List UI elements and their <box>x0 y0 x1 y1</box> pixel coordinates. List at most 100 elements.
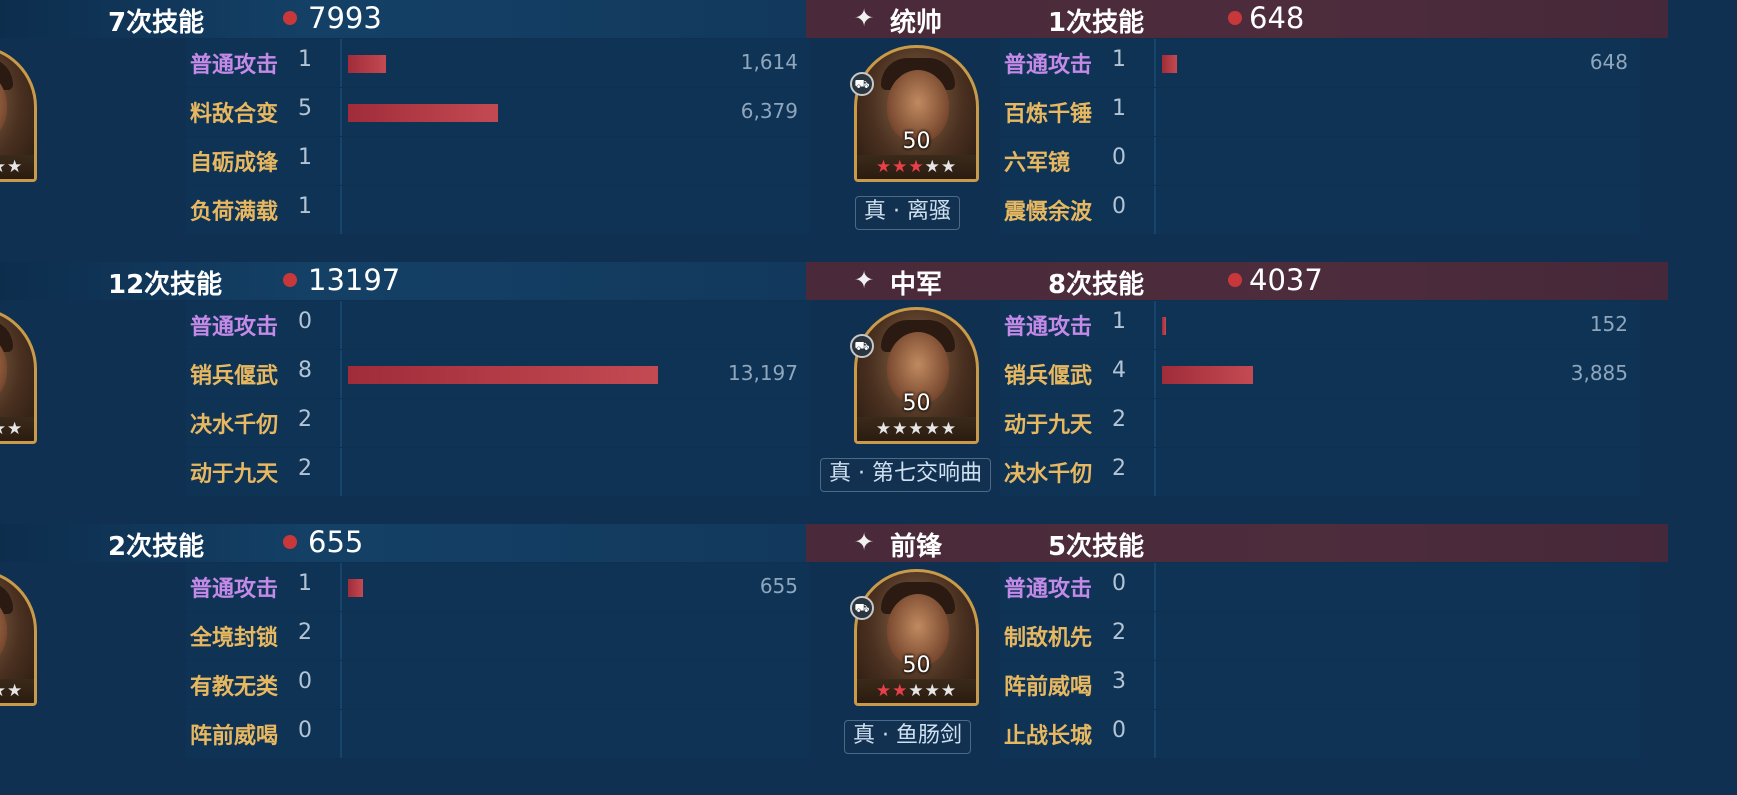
hero-header: 2次技能 655 <box>0 524 830 562</box>
skill-count: 1 <box>298 145 312 170</box>
skill-count: 1 <box>1112 309 1126 334</box>
skill-row: 普通攻击 0 <box>186 301 810 349</box>
star-icon: ★ <box>875 157 893 177</box>
skill-count: 1 <box>298 47 312 72</box>
skill-damage-value: 13,197 <box>728 361 798 385</box>
row-divider <box>1154 612 1156 660</box>
skill-name: 阵前威喝 <box>1004 675 1093 700</box>
troop-type-icon: ⛟ <box>850 596 874 620</box>
total-damage: 4037 <box>1249 263 1323 297</box>
star-icon: ★ <box>7 419 24 439</box>
skill-name: 全境封锁 <box>190 626 279 651</box>
hero-portrait[interactable]: 50 ★★★★★ <box>854 307 979 444</box>
row-divider <box>1154 186 1156 234</box>
star-icon: ★ <box>0 681 7 701</box>
total-damage: 13197 <box>308 263 401 297</box>
skill-damage-value: 3,885 <box>1570 361 1628 385</box>
skill-name: 销兵偃武 <box>1004 364 1093 389</box>
row-divider <box>1154 448 1156 496</box>
hero-portrait[interactable]: 50 ★★★★★ <box>854 569 979 706</box>
skill-count: 2 <box>298 456 312 481</box>
hero-portrait[interactable]: ★★★★★★ <box>0 45 37 182</box>
skill-count: 1 <box>1112 47 1126 72</box>
row-divider <box>340 399 342 447</box>
skill-count: 3 <box>1112 669 1126 694</box>
hero-hair <box>0 320 13 352</box>
skill-row: 制敌机先 2 <box>1000 612 1640 660</box>
troop-type-icon: ⛟ <box>850 334 874 358</box>
right-hero-section: ✦ 统帅 1次技能 648 50 ★★★★★ ⛟ 真 · 离骚 普通攻击 1 648 百炼千锤 1 六军镜… <box>806 0 1668 261</box>
skill-name: 阵前威喝 <box>190 724 279 749</box>
skill-row: 六军镜 0 <box>1000 137 1640 185</box>
hero-portrait[interactable]: ★★★★★★ <box>0 569 37 706</box>
row-divider <box>340 661 342 709</box>
skill-cast-count: 2次技能 <box>108 532 205 562</box>
row-divider <box>1154 563 1156 611</box>
row-divider <box>340 39 342 87</box>
skill-row: 决水千仞 2 <box>186 399 810 447</box>
skill-count: 2 <box>298 620 312 645</box>
damage-dot-icon <box>283 535 297 549</box>
skill-damage-value: 152 <box>1589 312 1628 336</box>
skill-row: 普通攻击 1 152 <box>1000 301 1640 349</box>
star-icon: ★ <box>908 157 925 177</box>
row-divider <box>1154 39 1156 87</box>
skill-damage-value: 648 <box>1589 50 1628 74</box>
skill-damage-value: 655 <box>759 574 798 598</box>
skill-count: 2 <box>1112 456 1126 481</box>
damage-bar <box>348 366 658 384</box>
skill-row: 普通攻击 1 648 <box>1000 39 1640 87</box>
star-rating: ★★★★★ <box>857 679 976 703</box>
star-icon: ★ <box>924 157 941 177</box>
row-divider <box>1154 661 1156 709</box>
skill-row: 负荷满载 1 <box>186 186 810 234</box>
star-icon: ★ <box>908 681 925 701</box>
star-rating: ★★★★★ <box>857 155 976 179</box>
star-icon: ★ <box>875 681 893 701</box>
row-divider <box>340 350 342 398</box>
skill-count: 0 <box>1112 194 1126 219</box>
hero-header: ✦ 前锋 5次技能 <box>806 524 1668 562</box>
star-rating: ★★★★★★ <box>0 679 34 703</box>
star-icon: ★ <box>0 419 7 439</box>
total-damage: 7993 <box>308 1 382 35</box>
skill-name: 百炼千锤 <box>1004 102 1093 127</box>
treasure-label[interactable]: 真 · 第七交响曲 <box>820 458 991 492</box>
hero-level: 50 <box>902 653 931 678</box>
skill-name: 六军镜 <box>1004 151 1071 176</box>
star-rating: ★★★★★★ <box>0 155 34 179</box>
skill-count: 4 <box>1112 358 1126 383</box>
skill-name: 普通攻击 <box>190 577 279 602</box>
skill-count: 1 <box>298 571 312 596</box>
skill-name: 普通攻击 <box>1004 53 1093 78</box>
hero-portrait[interactable]: 50 ★★★★★ <box>854 45 979 182</box>
role-star-icon: ✦ <box>854 4 875 32</box>
row-divider <box>340 186 342 234</box>
treasure-label[interactable]: 真 · 鱼肠剑 <box>844 720 971 754</box>
hero-hair <box>0 58 13 90</box>
skill-row: 止战长城 0 <box>1000 710 1640 758</box>
star-icon: ★ <box>940 157 958 177</box>
skill-name: 动于九天 <box>190 462 279 487</box>
skill-row: 百炼千锤 1 <box>1000 88 1640 136</box>
row-divider <box>340 710 342 758</box>
left-hero-section: 12次技能13197★★★★★★山境图普通攻击0销兵偃武813,197决水千仞2… <box>0 262 830 523</box>
star-icon: ★ <box>908 419 925 439</box>
star-icon: ★ <box>0 157 7 177</box>
star-icon: ★ <box>924 419 941 439</box>
hero-header: 7次技能 7993 <box>0 0 830 38</box>
row-divider <box>340 301 342 349</box>
hero-header: ✦ 统帅 1次技能 648 <box>806 0 1668 38</box>
skill-count: 0 <box>298 718 312 743</box>
star-icon: ★ <box>940 419 958 439</box>
hero-portrait[interactable]: ★★★★★★ <box>0 307 37 444</box>
skill-name: 普通攻击 <box>1004 577 1093 602</box>
treasure-label[interactable]: 真 · 离骚 <box>855 196 960 230</box>
skill-name: 制敌机先 <box>1004 626 1093 651</box>
skill-cast-count: 7次技能 <box>108 8 205 38</box>
skill-count: 8 <box>298 358 312 383</box>
hero-role: 前锋 <box>890 532 943 562</box>
hero-role: 统帅 <box>890 8 943 38</box>
skill-name: 有教无类 <box>190 675 279 700</box>
skill-row: 料敌合变 5 6,379 <box>186 88 810 136</box>
